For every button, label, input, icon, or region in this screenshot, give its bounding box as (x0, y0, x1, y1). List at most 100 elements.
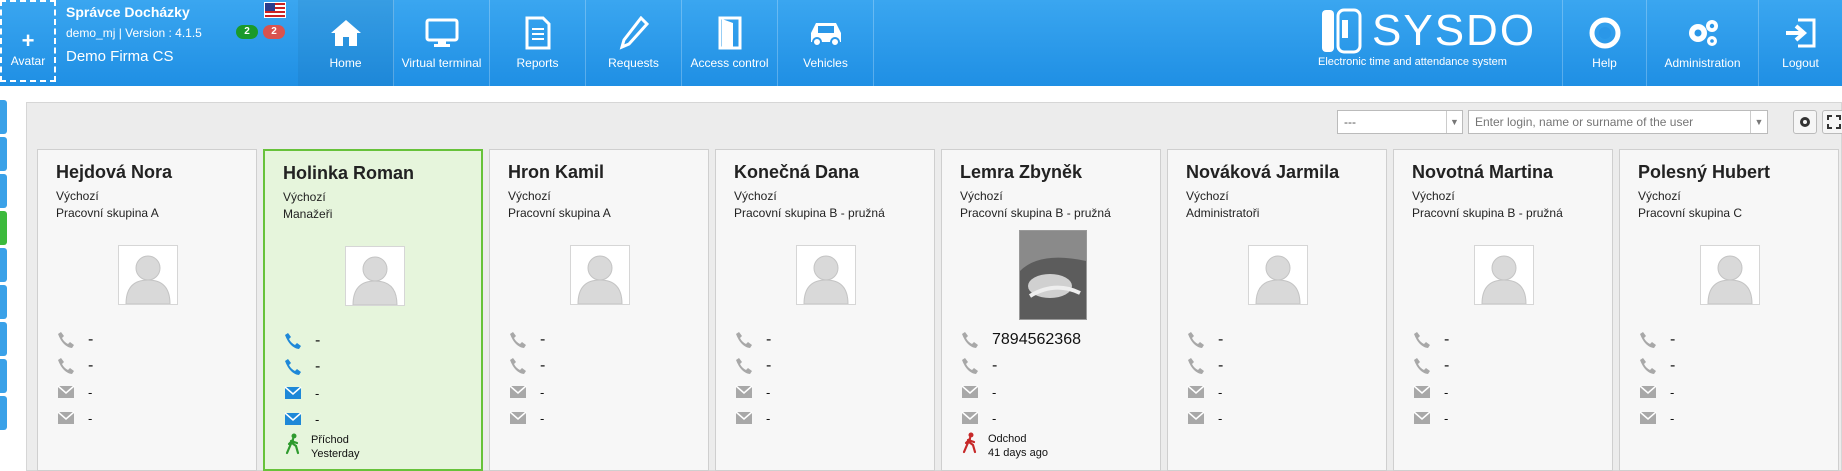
nav-reports-label: Reports (516, 56, 559, 70)
monitor-icon (394, 12, 489, 54)
nav-vehicles[interactable]: Vehicles (778, 0, 874, 86)
gear-icon (1800, 117, 1810, 127)
nav-logout[interactable]: Logout (1758, 0, 1842, 86)
user-card[interactable]: Lemra Zbyněk Výchozí Pracovní skupina B … (941, 149, 1161, 471)
phone-icon (960, 330, 980, 350)
side-tab[interactable] (0, 396, 7, 430)
phone-2-value: - (540, 357, 546, 374)
phone-row-1: - (1638, 330, 1675, 350)
user-card-name: Konečná Dana (734, 162, 860, 182)
nav-virtual-terminal[interactable]: Virtual terminal (394, 0, 490, 86)
email-1-value: - (1218, 384, 1223, 400)
home-icon (298, 12, 393, 54)
user-card[interactable]: Hejdová Nora Výchozí Pracovní skupina A … (37, 149, 257, 471)
phone-icon (283, 357, 303, 377)
nav-home[interactable]: Home (298, 0, 394, 86)
side-tab[interactable] (0, 359, 7, 393)
side-tab[interactable] (0, 100, 7, 134)
notification-badge-green[interactable]: 2 (236, 25, 258, 39)
chevron-down-icon[interactable]: ▼ (1750, 111, 1767, 133)
chevron-down-icon: ▼ (1446, 111, 1462, 133)
side-tab[interactable] (0, 137, 7, 171)
user-card[interactable]: Polesný Hubert Výchozí Pracovní skupina … (1619, 149, 1839, 471)
walking-person-icon (285, 433, 301, 461)
fullscreen-button[interactable] (1822, 110, 1842, 134)
side-tab[interactable] (0, 211, 7, 245)
document-icon (490, 12, 585, 54)
phone-icon (1186, 356, 1206, 376)
email-2-value: - (315, 411, 320, 427)
user-cards: Hejdová Nora Výchozí Pracovní skupina A … (37, 149, 1842, 471)
email-row-1: - (1638, 382, 1674, 402)
phone-row-2: - (960, 356, 997, 376)
avatar-upload-button[interactable]: + Avatar (0, 0, 56, 82)
notification-badge-red[interactable]: 2 (263, 25, 285, 39)
nav-administration[interactable]: Administration (1646, 0, 1758, 86)
envelope-icon (283, 409, 303, 429)
right-nav: Help Administration Logout (1562, 0, 1842, 86)
email-1-value: - (1670, 384, 1675, 400)
envelope-icon (1638, 382, 1658, 402)
phone-2-value: - (1444, 357, 1450, 374)
email-1-value: - (992, 384, 997, 400)
side-tab[interactable] (0, 248, 7, 282)
phone-row-1: - (283, 331, 320, 351)
phone-2-value: - (1218, 357, 1224, 374)
email-row-2: - (1186, 408, 1222, 428)
phone-icon (283, 331, 303, 351)
nav-help[interactable]: Help (1562, 0, 1646, 86)
user-card-calendar: Výchozí (734, 189, 777, 203)
user-card-group: Pracovní skupina B - pružná (1412, 206, 1563, 220)
lifebuoy-icon (1563, 12, 1646, 54)
phone-1-value: - (88, 331, 94, 348)
side-tab[interactable] (0, 322, 7, 356)
email-row-1: - (1412, 382, 1448, 402)
user-card-calendar: Výchozí (283, 190, 326, 204)
phone-1-value: - (1218, 331, 1224, 348)
phone-1-value: 7894562368 (992, 331, 1081, 348)
user-card-calendar: Výchozí (960, 189, 1003, 203)
user-card-calendar: Výchozí (56, 189, 99, 203)
user-card-calendar: Výchozí (1186, 189, 1229, 203)
user-card[interactable]: Nováková Jarmila Výchozí Administratoři … (1167, 149, 1387, 471)
phone-row-1: 7894562368 (960, 330, 1081, 350)
settings-button[interactable] (1793, 110, 1817, 134)
avatar (570, 245, 630, 305)
email-row-2: - (508, 408, 544, 428)
user-card[interactable]: Hron Kamil Výchozí Pracovní skupina A - … (489, 149, 709, 471)
attendance-status: Odchod 41 days ago (962, 432, 1048, 460)
phone-row-1: - (734, 330, 771, 350)
user-info: Správce Docházky demo_mj | Version : 4.1… (66, 4, 296, 65)
nav-administration-label: Administration (1664, 56, 1741, 70)
user-card-group: Pracovní skupina C (1638, 206, 1743, 220)
avatar (1700, 245, 1760, 305)
phone-2-value: - (1670, 357, 1676, 374)
user-card[interactable]: Holinka Roman Výchozí Manažeři - - - - P… (263, 149, 483, 471)
nav-requests[interactable]: Requests (586, 0, 682, 86)
avatar (1474, 245, 1534, 305)
nav-reports[interactable]: Reports (490, 0, 586, 86)
phone-icon (960, 356, 980, 376)
phone-row-2: - (1186, 356, 1223, 376)
user-card-group: Pracovní skupina B - pružná (960, 206, 1111, 220)
email-row-1: - (734, 382, 770, 402)
user-card[interactable]: Novotná Martina Výchozí Pracovní skupina… (1393, 149, 1613, 471)
nav-vehicles-label: Vehicles (803, 56, 848, 70)
nav-access-control[interactable]: Access control (682, 0, 778, 86)
avatar (796, 245, 856, 305)
user-card[interactable]: Konečná Dana Výchozí Pracovní skupina B … (715, 149, 935, 471)
brand-name: SYSDO (1372, 6, 1537, 55)
user-card-group: Pracovní skupina A (56, 206, 159, 220)
door-icon (682, 12, 777, 54)
phone-1-value: - (766, 331, 772, 348)
us-flag-icon[interactable] (264, 2, 286, 18)
side-tab[interactable] (0, 174, 7, 208)
filter-select[interactable]: --- ▼ (1337, 110, 1463, 134)
nav-requests-label: Requests (608, 56, 659, 70)
nav-help-label: Help (1592, 56, 1617, 70)
user-search-input[interactable] (1468, 110, 1768, 134)
pencil-icon (586, 12, 681, 54)
filter-select-value: --- (1344, 115, 1356, 129)
phone-icon (508, 330, 528, 350)
side-tab[interactable] (0, 285, 7, 319)
